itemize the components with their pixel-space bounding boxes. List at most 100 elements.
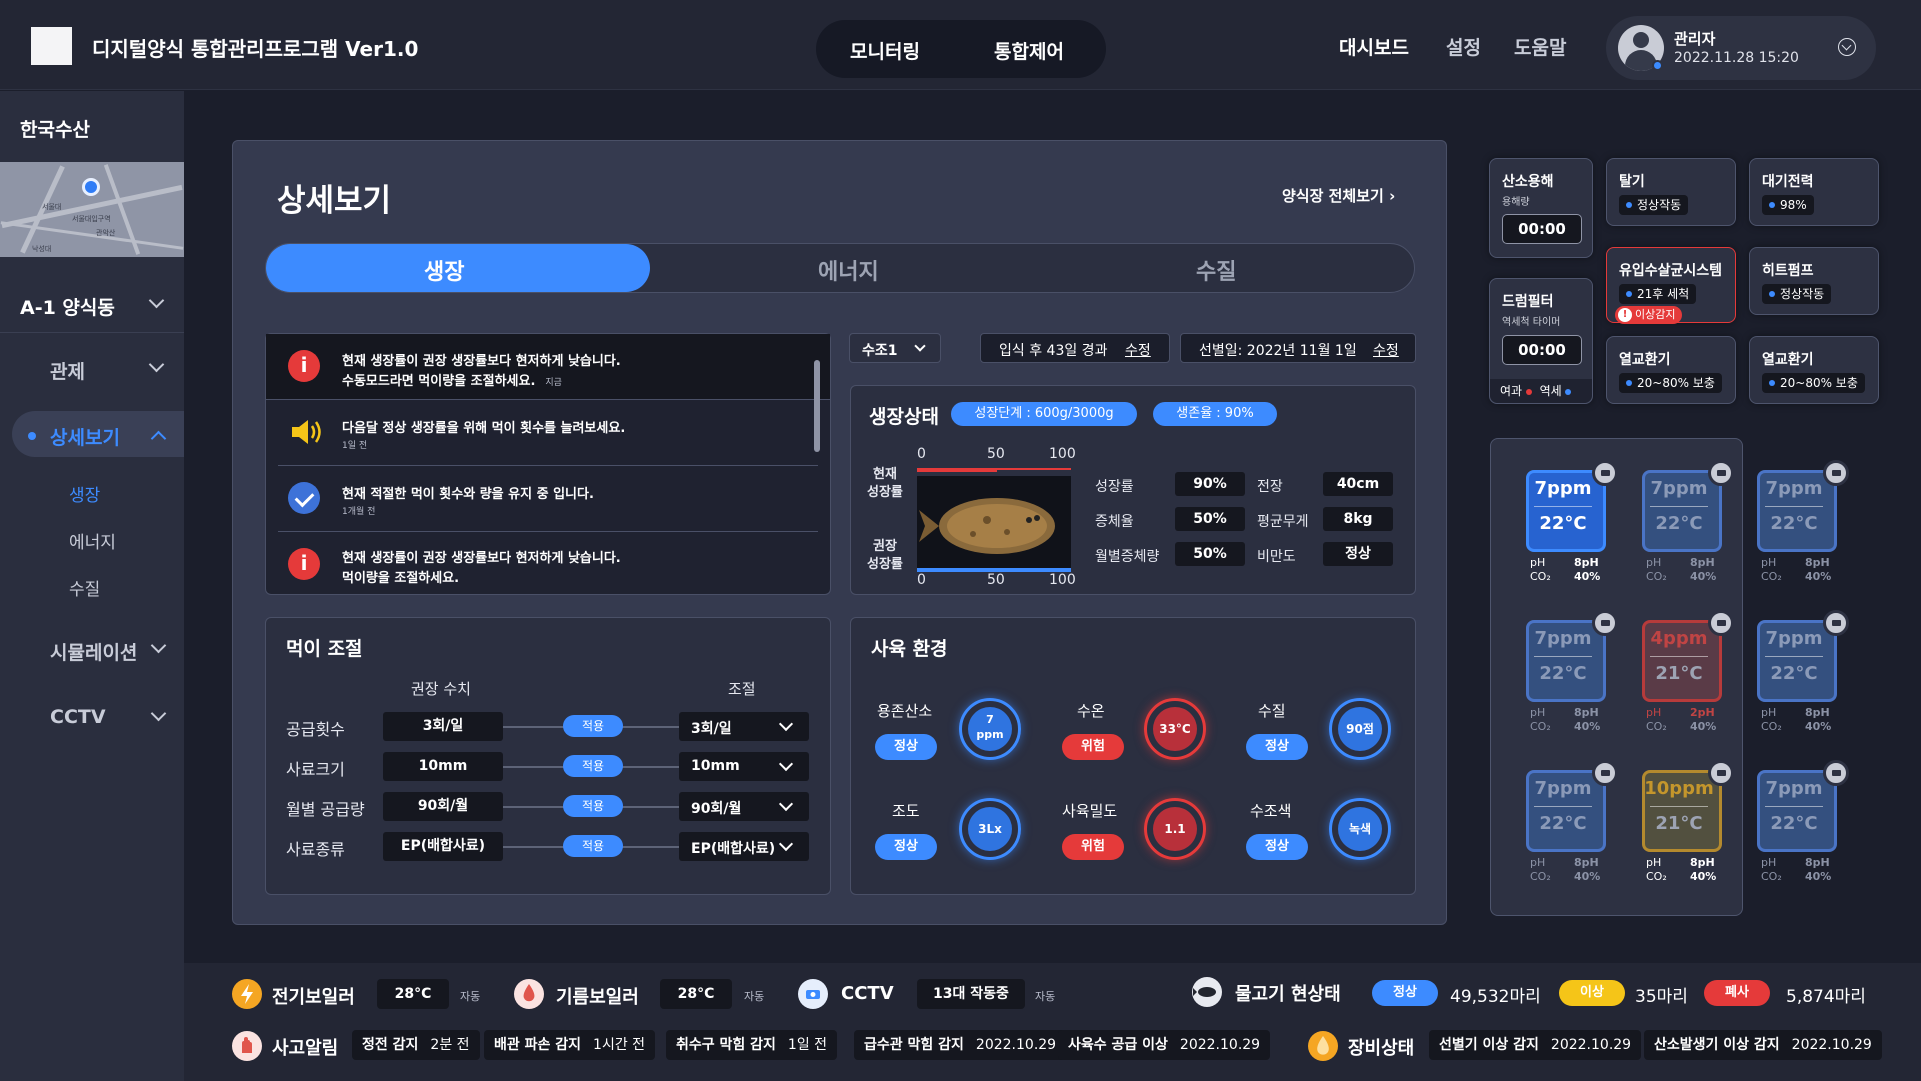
- camera-icon: [1708, 460, 1734, 486]
- env-gauge: 녹색: [1329, 798, 1391, 860]
- env-gauge: 1.1: [1144, 798, 1206, 860]
- scale-label: 0: [917, 446, 926, 462]
- nav-help[interactable]: 도움말: [1514, 33, 1566, 60]
- equip-degas[interactable]: 탈기 정상작동: [1606, 158, 1736, 226]
- cctv-icon: [798, 979, 828, 1009]
- feed-apply-button[interactable]: 적용: [563, 755, 623, 777]
- equip-uv-sterilizer[interactable]: 유입수살균시스템 21후 세척 이상감지: [1606, 247, 1736, 324]
- alert-item[interactable]: 현재 생장률이 권장 생장률보다 현저하게 낮습니다. 먹이량을 조절하세요.: [278, 532, 818, 598]
- sidebar-sub-water[interactable]: 수질: [69, 575, 100, 600]
- tank-select[interactable]: 수조1: [849, 333, 941, 363]
- chevron-down-icon: [148, 356, 165, 373]
- page-title: 상세보기: [277, 183, 392, 219]
- fish-image: [917, 476, 1071, 570]
- nav-settings[interactable]: 설정: [1446, 33, 1481, 60]
- sidebar-sub-growth[interactable]: 생장: [69, 481, 100, 506]
- feed-control-card: 먹이 조절 권장 수치 조절 공급횟수 3회/일 적용 3회/일 사료크기 10…: [265, 617, 831, 895]
- alert-item[interactable]: 현재 적절한 먹이 횟수와 량을 유지 중 입니다. 1개월 전: [278, 466, 818, 532]
- env-gauge: 90점: [1329, 698, 1391, 760]
- camera-icon: [1708, 760, 1734, 786]
- footer-status-bar: 전기보일러 28°C 자동 기름보일러 28°C 자동 CCTV 13대 작동중…: [184, 963, 1921, 1081]
- tank-tile[interactable]: 7ppm 22°C pH CO₂ 8pH 40%: [1526, 610, 1618, 734]
- chevron-down-icon[interactable]: [1838, 38, 1856, 56]
- tab-growth[interactable]: 생장: [424, 254, 464, 286]
- current-growth-ruler: [917, 468, 1071, 476]
- tank-tile[interactable]: 7ppm 22°C pH CO₂ 8pH 40%: [1526, 460, 1618, 584]
- nav-monitoring[interactable]: 모니터링: [850, 37, 920, 64]
- alert-text: 다음달 정상 생장률을 위해 먹이 횟수를 늘려보세요.: [342, 421, 626, 436]
- tab-energy[interactable]: 에너지: [818, 254, 879, 286]
- equip-o2-dissolve[interactable]: 산소용해 용해량 00:00: [1489, 158, 1593, 258]
- alert-item[interactable]: 현재 생장률이 권장 생장률보다 현저하게 낮습니다. 수동모드라면 먹이량을 …: [266, 334, 830, 400]
- chevron-down-icon: [778, 756, 794, 772]
- feed-apply-button[interactable]: 적용: [563, 715, 623, 737]
- feed-adjust-select[interactable]: EP(배합사료): [679, 832, 809, 861]
- tank-tile[interactable]: 7ppm 22°C pH CO₂ 8pH 40%: [1757, 760, 1849, 884]
- camera-icon: [1823, 460, 1849, 486]
- user-datetime: 2022.11.28 15:20: [1674, 50, 1799, 66]
- sidebar-item-detail[interactable]: 상세보기: [0, 407, 184, 463]
- equip-heat-exchanger-1[interactable]: 열교환기 20~80% 보충: [1606, 336, 1736, 404]
- equipment-alert-item[interactable]: 선별기 이상 감지 2022.10.29: [1429, 1030, 1642, 1060]
- tab-water[interactable]: 수질: [1196, 254, 1236, 286]
- cctv-mode: 자동: [1035, 990, 1056, 1003]
- equip-drum-filter[interactable]: 드럼필터 역세척 타이머 00:00 여과 역세: [1489, 278, 1593, 404]
- nav-dashboard[interactable]: 대시보드: [1339, 33, 1409, 60]
- env-status-badge: 정상: [875, 834, 937, 860]
- tank-tile[interactable]: 7ppm 22°C pH CO₂ 8pH 40%: [1526, 760, 1618, 884]
- tank-tile[interactable]: 7ppm 22°C pH CO₂ 8pH 40%: [1642, 460, 1734, 584]
- backwash-dot-icon: [1565, 388, 1572, 395]
- sidebar-sub-energy[interactable]: 에너지: [69, 528, 116, 553]
- filter-dot-icon: [1525, 388, 1532, 395]
- nav-integrated-control[interactable]: 통합제어: [994, 37, 1064, 64]
- accident-item[interactable]: 사육수 공급 이상 2022.10.29: [1058, 1030, 1271, 1060]
- feed-title: 먹이 조절: [286, 638, 363, 660]
- sidebar-item-simulation[interactable]: 시뮬레이션: [0, 622, 184, 678]
- accident-item[interactable]: 배관 파손 감지 1시간 전: [484, 1030, 656, 1060]
- feed-col-adjust: 조절: [728, 680, 756, 698]
- stat-value: 90%: [1175, 472, 1245, 496]
- env-status-badge: 정상: [1246, 734, 1308, 760]
- alert-item[interactable]: 다음달 정상 생장률을 위해 먹이 횟수를 늘려보세요. 1일 전: [278, 400, 818, 466]
- growth-status-card: 생장상태 성장단계 : 600g/3000g 생존율 : 90% 0 50 10…: [850, 385, 1416, 595]
- accident-item[interactable]: 급수관 막힘 감지 2022.10.29: [854, 1030, 1067, 1060]
- sidebar-item-control[interactable]: 관제: [0, 341, 184, 397]
- logo: [31, 27, 72, 65]
- feed-adjust-select[interactable]: 10mm: [679, 752, 809, 781]
- equip-heat-exchanger-2[interactable]: 열교환기 20~80% 보충: [1749, 336, 1879, 404]
- accident-item[interactable]: 취수구 막힘 감지 1일 전: [666, 1030, 838, 1060]
- scrollbar[interactable]: [814, 360, 820, 452]
- equip-title: 드럼필터: [1502, 294, 1554, 310]
- mini-map[interactable]: 서울대 서울대입구역 관악산 낙성대: [0, 162, 184, 257]
- online-indicator: [1652, 60, 1663, 71]
- scale-label: 50: [987, 572, 1005, 588]
- tank-tile[interactable]: 7ppm 22°C pH CO₂ 8pH 40%: [1757, 460, 1849, 584]
- fish-icon: [1192, 977, 1222, 1007]
- feed-apply-button[interactable]: 적용: [563, 835, 623, 857]
- ship-edit-link[interactable]: 수정: [1373, 340, 1399, 360]
- days-edit-link[interactable]: 수정: [1125, 340, 1151, 360]
- user-menu[interactable]: 관리자 2022.11.28 15:20: [1606, 16, 1876, 80]
- tank-tile[interactable]: 10ppm 21°C pH CO₂ 8pH 40%: [1642, 760, 1734, 884]
- stat-label: 전장: [1257, 479, 1283, 495]
- env-status-badge: 정상: [1246, 834, 1308, 860]
- accident-item[interactable]: 정전 감지 2분 전: [352, 1030, 480, 1060]
- feed-apply-button[interactable]: 적용: [563, 795, 623, 817]
- feed-adjust-select[interactable]: 90회/월: [679, 792, 809, 821]
- facility-selector[interactable]: A-1 양식동: [0, 277, 184, 333]
- equip-sub: 역세척 타이머: [1502, 317, 1561, 328]
- location-pin-icon[interactable]: [82, 178, 100, 196]
- fish-dead-count: 5,874마리: [1786, 987, 1866, 1007]
- tank-tile[interactable]: 4ppm 21°C pH CO₂ 2pH 40%: [1642, 610, 1734, 734]
- stat-value: 8kg: [1323, 507, 1393, 531]
- env-gauge: 3Lx: [959, 798, 1021, 860]
- equip-standby-power[interactable]: 대기전력 98%: [1749, 158, 1879, 226]
- sidebar-item-cctv[interactable]: CCTV: [0, 690, 184, 746]
- equipment-alert-item[interactable]: 산소발생기 이상 감지 2022.10.29: [1644, 1030, 1882, 1060]
- drum-legend: 여과 역세: [1490, 379, 1592, 403]
- feed-adjust-select[interactable]: 3회/일: [679, 712, 809, 741]
- tank-tile[interactable]: 7ppm 22°C pH CO₂ 8pH 40%: [1757, 610, 1849, 734]
- equip-heat-pump[interactable]: 히트펌프 정상작동: [1749, 247, 1879, 315]
- farm-overview-link[interactable]: 양식장 전체보기 ›: [1282, 185, 1395, 206]
- equip-title: 열교환기: [1762, 352, 1814, 368]
